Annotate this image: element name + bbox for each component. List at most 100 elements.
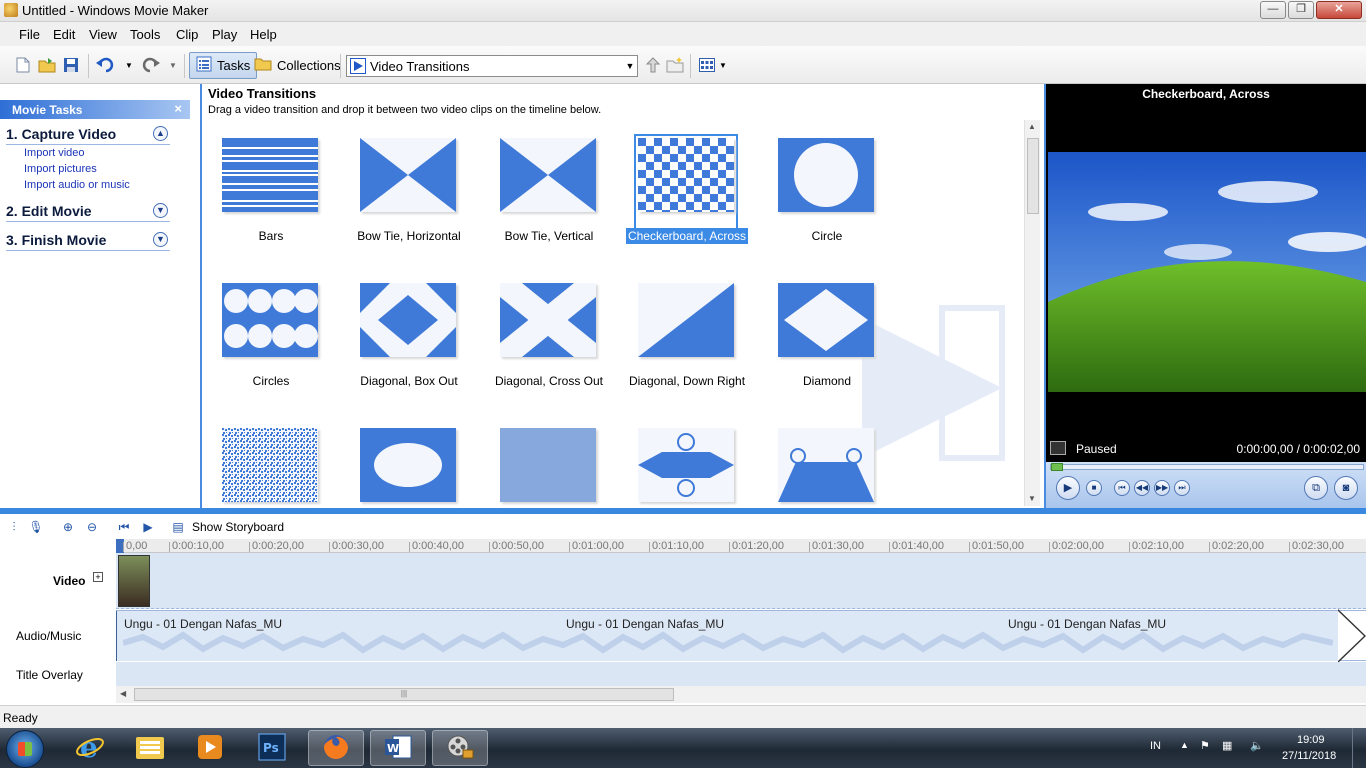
task-section-finish-movie[interactable]: 3. Finish Movie ▼: [6, 231, 170, 251]
maximize-button[interactable]: ❐: [1288, 1, 1314, 19]
scroll-left-arrow-icon[interactable]: ◀: [120, 689, 126, 698]
up-one-level-icon[interactable]: [644, 56, 662, 74]
seek-bar-knob[interactable]: [1051, 463, 1063, 471]
fast-forward-button[interactable]: ▶▶: [1154, 480, 1170, 496]
show-storyboard-button[interactable]: Show Storyboard: [192, 520, 284, 534]
scrollbar-thumb[interactable]: |||: [134, 688, 674, 701]
diagonal-down-right-thumbnail: [638, 283, 734, 357]
movie-maker-app-icon[interactable]: [4, 3, 18, 17]
tasks-button[interactable]: Tasks: [189, 52, 258, 79]
svg-text:Ps: Ps: [263, 741, 279, 755]
timeline-toolbar: ⫶ 🎙 ⊕ ⊖ ⏮ ▶ ▤ Show Storyboard: [0, 514, 1366, 539]
volume-icon[interactable]: 🔈: [1250, 739, 1264, 752]
menu-clip[interactable]: Clip: [176, 27, 198, 42]
import-audio-link[interactable]: Import audio or music: [24, 179, 130, 191]
transitions-vertical-scrollbar[interactable]: ▲ ▼: [1024, 120, 1040, 506]
expand-video-track-icon[interactable]: +: [93, 572, 103, 582]
audio-clip[interactable]: Ungu - 01 Dengan Nafas_MU Ungu - 01 Deng…: [116, 611, 1340, 661]
timeline-horizontal-scrollbar[interactable]: ◀ |||: [116, 686, 1366, 703]
video-track[interactable]: [116, 553, 1366, 609]
save-project-icon[interactable]: [62, 56, 80, 74]
tasks-label: Tasks: [217, 58, 251, 73]
action-center-flag-icon[interactable]: ⚑: [1200, 739, 1210, 752]
zoom-out-icon[interactable]: ⊖: [84, 519, 100, 535]
import-video-link[interactable]: Import video: [24, 147, 85, 159]
menu-view[interactable]: View: [89, 27, 117, 42]
ruler-tick: 0:02:20,00: [1209, 540, 1264, 552]
narrate-timeline-icon[interactable]: 🎙: [28, 519, 44, 535]
ruler-tick: 0,00: [122, 540, 148, 552]
collection-combo-value: Video Transitions: [370, 58, 470, 74]
rewind-timeline-icon[interactable]: ⏮: [116, 519, 132, 535]
import-pictures-link[interactable]: Import pictures: [24, 163, 97, 175]
pop-out-monitor-icon[interactable]: [1050, 441, 1066, 455]
take-picture-button[interactable]: ◙: [1334, 476, 1358, 500]
diamond-thumbnail: [778, 283, 874, 357]
bow-tie-vertical-thumbnail: [500, 138, 596, 212]
title-overlay-track-label: Title Overlay: [16, 668, 83, 682]
previous-frame-button[interactable]: ⏮: [1114, 480, 1130, 496]
network-icon[interactable]: ▦: [1222, 739, 1232, 752]
title-overlay-track[interactable]: [116, 662, 1366, 686]
seek-bar[interactable]: [1050, 463, 1364, 471]
expand-chevron-down-icon[interactable]: ▼: [153, 203, 168, 218]
zoom-in-icon[interactable]: ⊕: [60, 519, 76, 535]
play-timeline-icon[interactable]: ▶: [140, 519, 156, 535]
menu-help[interactable]: Help: [250, 27, 277, 42]
undo-icon[interactable]: [96, 56, 114, 74]
views-dropdown-icon[interactable]: ▼: [714, 56, 732, 74]
minimize-button[interactable]: —: [1260, 1, 1286, 19]
transition-label: Circles: [252, 374, 290, 388]
new-collection-folder-icon[interactable]: [666, 56, 684, 74]
rewind-button[interactable]: ◀◀: [1134, 480, 1150, 496]
open-project-icon[interactable]: [38, 56, 56, 74]
split-clip-button[interactable]: ⧉: [1304, 476, 1328, 500]
taskbar-movie-maker[interactable]: [432, 730, 488, 766]
show-hidden-icons-icon[interactable]: ▲: [1180, 740, 1189, 750]
scroll-up-arrow-icon[interactable]: ▲: [1028, 122, 1036, 131]
audio-music-track[interactable]: Ungu - 01 Dengan Nafas_MU Ungu - 01 Deng…: [116, 609, 1366, 663]
scrollbar-thumb[interactable]: [1027, 138, 1039, 214]
scroll-down-arrow-icon[interactable]: ▼: [1028, 494, 1036, 503]
clock-date[interactable]: 27/11/2018: [1282, 750, 1336, 762]
menu-file[interactable]: File: [19, 27, 40, 42]
timeline-ruler[interactable]: 0,00 0:00:10,00 0:00:20,00 0:00:30,00 0:…: [116, 539, 1366, 553]
collections-button[interactable]: Collections: [248, 52, 347, 79]
show-desktop-button[interactable]: [1352, 728, 1366, 768]
taskbar-file-explorer[interactable]: [122, 730, 178, 766]
set-audio-levels-icon[interactable]: ⫶: [6, 519, 22, 535]
close-button[interactable]: ✕: [1316, 1, 1362, 19]
audio-track-label: Audio/Music: [16, 629, 82, 643]
taskbar-media-player[interactable]: [182, 730, 238, 766]
storyboard-icon[interactable]: ▤: [170, 519, 186, 535]
start-button[interactable]: [6, 730, 44, 768]
redo-icon[interactable]: [142, 56, 160, 74]
play-button[interactable]: ▶: [1056, 476, 1080, 500]
taskbar-firefox[interactable]: [308, 730, 364, 766]
collapse-chevron-up-icon[interactable]: ▲: [153, 126, 168, 141]
new-project-icon[interactable]: [14, 56, 32, 74]
circle-thumbnail: [778, 138, 874, 212]
taskbar-word[interactable]: W: [370, 730, 426, 766]
preview-screen: [1048, 152, 1366, 392]
collection-combo[interactable]: Video Transitions ▼: [346, 55, 638, 77]
stop-button[interactable]: ■: [1086, 480, 1102, 496]
input-language-indicator[interactable]: IN: [1150, 740, 1161, 752]
menu-edit[interactable]: Edit: [53, 27, 75, 42]
taskbar-internet-explorer[interactable]: e: [62, 730, 118, 766]
task-section-edit-movie[interactable]: 2. Edit Movie ▼: [6, 202, 170, 222]
undo-dropdown-icon[interactable]: ▼: [120, 56, 138, 74]
task-section-capture-video[interactable]: 1. Capture Video ▲: [6, 125, 170, 145]
menu-tools[interactable]: Tools: [130, 27, 160, 42]
next-frame-button[interactable]: ⏭: [1174, 480, 1190, 496]
taskbar-photoshop[interactable]: Ps: [244, 730, 300, 766]
collections-folder-icon: [254, 56, 272, 75]
clock-time[interactable]: 19:09: [1297, 734, 1325, 746]
redo-dropdown-icon[interactable]: ▼: [164, 56, 182, 74]
close-pane-icon[interactable]: ×: [174, 101, 182, 116]
content-subtitle: Drag a video transition and drop it betw…: [208, 104, 602, 116]
internet-explorer-icon: e: [75, 731, 105, 765]
video-clip-thumbnail[interactable]: [118, 555, 150, 607]
menu-play[interactable]: Play: [212, 27, 237, 42]
expand-chevron-down-icon[interactable]: ▼: [153, 232, 168, 247]
